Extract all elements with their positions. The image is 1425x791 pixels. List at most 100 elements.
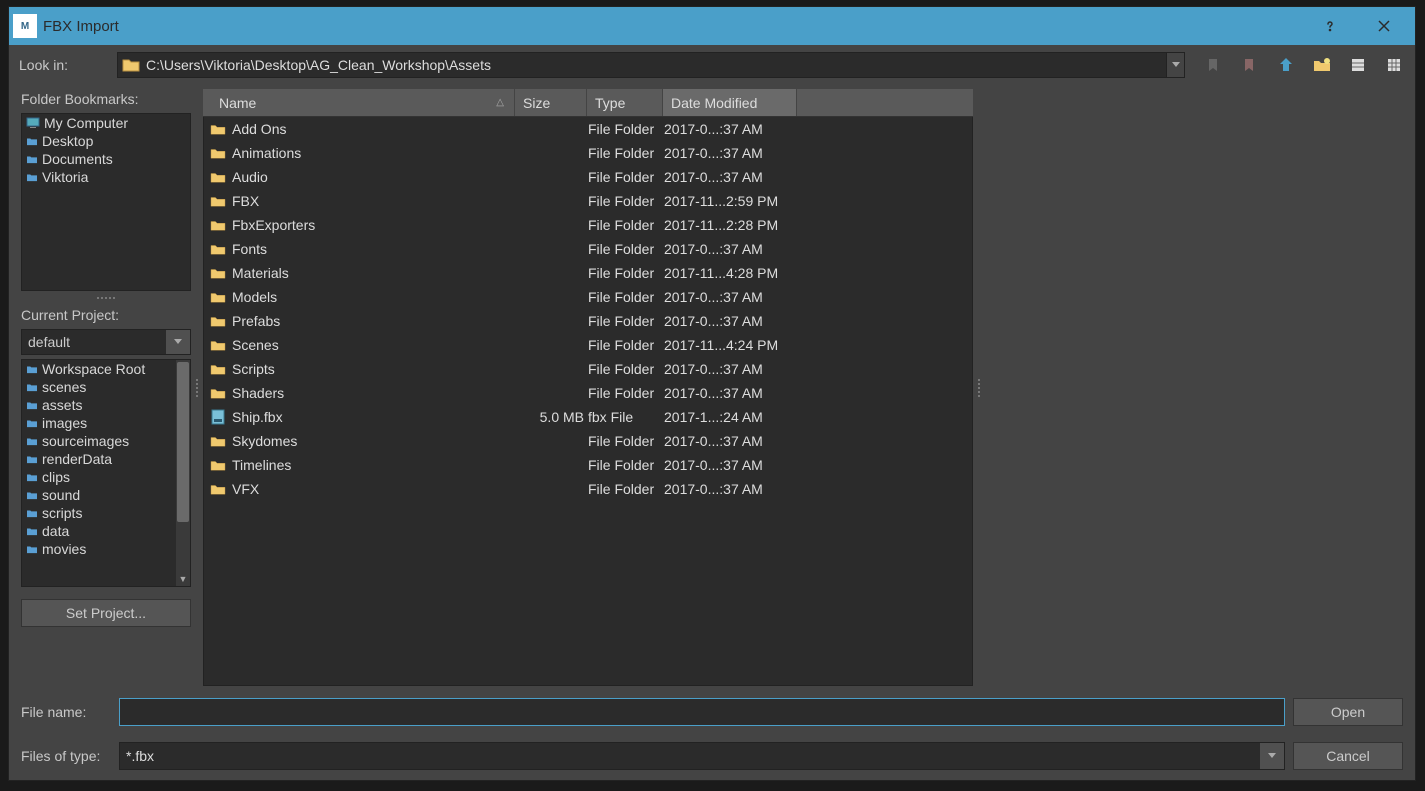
file-name: FbxExporters [232, 217, 315, 233]
splitter-left[interactable] [193, 379, 201, 397]
file-row[interactable]: ShadersFile Folder2017-0...:37 AM [204, 381, 972, 405]
path-dropdown-arrow[interactable] [1166, 53, 1184, 77]
file-row[interactable]: FBXFile Folder2017-11...2:59 PM [204, 189, 972, 213]
workspace-label: movies [42, 541, 86, 557]
project-combo[interactable]: default [21, 329, 191, 355]
file-type: fbx File [588, 409, 664, 425]
file-row[interactable]: Add OnsFile Folder2017-0...:37 AM [204, 117, 972, 141]
workspace-item[interactable]: scripts [22, 504, 190, 522]
filename-input[interactable] [119, 698, 1285, 726]
header-date[interactable]: Date Modified [663, 89, 797, 116]
help-icon [1323, 19, 1337, 33]
left-panel: Folder Bookmarks: My ComputerDesktopDocu… [21, 89, 191, 686]
bookmark-label: Desktop [42, 133, 93, 149]
splitter-horizontal[interactable] [21, 295, 191, 301]
file-date: 2017-0...:37 AM [664, 481, 972, 497]
workspace-scrollbar[interactable]: ▼ [176, 360, 190, 586]
close-button[interactable] [1357, 7, 1411, 45]
file-row[interactable]: PrefabsFile Folder2017-0...:37 AM [204, 309, 972, 333]
file-name: Timelines [232, 457, 291, 473]
help-button[interactable] [1303, 7, 1357, 45]
workspace-label: renderData [42, 451, 112, 467]
header-type[interactable]: Type [587, 89, 663, 116]
chevron-down-icon [1172, 62, 1180, 68]
open-button[interactable]: Open [1293, 698, 1403, 726]
file-row[interactable]: FbxExportersFile Folder2017-11...2:28 PM [204, 213, 972, 237]
bookmark-item[interactable]: My Computer [22, 114, 190, 132]
up-folder-icon[interactable] [1275, 54, 1297, 76]
workspace-list[interactable]: ▼ Workspace Root scenesassetsimagessource… [21, 359, 191, 587]
project-dropdown-arrow[interactable] [166, 330, 190, 354]
workspace-item[interactable]: images [22, 414, 190, 432]
lookin-row: Look in: C:\Users\Viktoria\Desktop\AG_Cl… [9, 45, 1415, 85]
file-type: File Folder [588, 265, 664, 281]
set-project-button[interactable]: Set Project... [21, 599, 191, 627]
file-name: Prefabs [232, 313, 280, 329]
file-row[interactable]: AnimationsFile Folder2017-0...:37 AM [204, 141, 972, 165]
file-name: Skydomes [232, 433, 297, 449]
file-date: 2017-0...:37 AM [664, 169, 972, 185]
maya-icon: M [13, 14, 37, 38]
workspace-item[interactable]: Workspace Root [22, 360, 190, 378]
titlebar: M FBX Import [9, 7, 1415, 45]
bookmark-add-icon[interactable] [1239, 54, 1261, 76]
bookmark-label: Viktoria [42, 169, 88, 185]
file-type: File Folder [588, 193, 664, 209]
file-name: Animations [232, 145, 301, 161]
file-row[interactable]: TimelinesFile Folder2017-0...:37 AM [204, 453, 972, 477]
file-date: 2017-0...:37 AM [664, 241, 972, 257]
file-type: File Folder [588, 217, 664, 233]
bookmark-back-icon[interactable] [1203, 54, 1225, 76]
bookmark-item[interactable]: Documents [22, 150, 190, 168]
workspace-item[interactable]: scenes [22, 378, 190, 396]
file-type: File Folder [588, 457, 664, 473]
workspace-item[interactable]: movies [22, 540, 190, 558]
fbx-import-dialog: M FBX Import Look in: C:\Users\Viktoria\… [8, 6, 1416, 781]
bookmarks-list[interactable]: My ComputerDesktopDocumentsViktoria [21, 113, 191, 291]
file-type: File Folder [588, 385, 664, 401]
toolbar [1193, 54, 1405, 76]
filetype-dropdown-arrow[interactable] [1260, 743, 1284, 769]
workspace-label: clips [42, 469, 70, 485]
file-row[interactable]: ScenesFile Folder2017-11...4:24 PM [204, 333, 972, 357]
workspace-item[interactable]: clips [22, 468, 190, 486]
bookmark-item[interactable]: Desktop [22, 132, 190, 150]
new-folder-icon[interactable] [1311, 54, 1333, 76]
path-combo[interactable]: C:\Users\Viktoria\Desktop\AG_Clean_Works… [117, 52, 1185, 78]
file-row[interactable]: MaterialsFile Folder2017-11...4:28 PM [204, 261, 972, 285]
path-text: C:\Users\Viktoria\Desktop\AG_Clean_Works… [146, 57, 491, 73]
folder-icon [122, 56, 140, 74]
main-area: Folder Bookmarks: My ComputerDesktopDocu… [9, 85, 1415, 694]
header-size[interactable]: Size [515, 89, 587, 116]
workspace-label: images [42, 415, 87, 431]
file-date: 2017-0...:37 AM [664, 121, 972, 137]
file-row[interactable]: FontsFile Folder2017-0...:37 AM [204, 237, 972, 261]
bookmark-item[interactable]: Viktoria [22, 168, 190, 186]
workspace-item[interactable]: sound [22, 486, 190, 504]
file-name: Ship.fbx [232, 409, 283, 425]
file-row[interactable]: VFX File Folder2017-0...:37 AM [204, 477, 972, 501]
cancel-button[interactable]: Cancel [1293, 742, 1403, 770]
file-type: File Folder [588, 481, 664, 497]
splitter-right[interactable] [975, 379, 983, 397]
header-name[interactable]: Name△ [203, 89, 515, 116]
file-row[interactable]: AudioFile Folder2017-0...:37 AM [204, 165, 972, 189]
workspace-item[interactable]: assets [22, 396, 190, 414]
file-row[interactable]: ScriptsFile Folder2017-0...:37 AM [204, 357, 972, 381]
workspace-label: Workspace Root [42, 361, 145, 377]
filetype-combo[interactable]: *.fbx [119, 742, 1285, 770]
file-row[interactable]: Ship.fbx5.0 MBfbx File2017-1...:24 AM [204, 405, 972, 429]
workspace-item[interactable]: sourceimages [22, 432, 190, 450]
file-row[interactable]: ModelsFile Folder2017-0...:37 AM [204, 285, 972, 309]
detail-view-icon[interactable] [1383, 54, 1405, 76]
current-project-label: Current Project: [21, 305, 191, 325]
file-list[interactable]: Add OnsFile Folder2017-0...:37 AMAnimati… [203, 117, 973, 686]
workspace-item[interactable]: data [22, 522, 190, 540]
file-area: Name△ Size Type Date Modified Add OnsFil… [203, 89, 973, 686]
workspace-item[interactable]: renderData [22, 450, 190, 468]
file-name: VFX [232, 481, 259, 497]
workspace-label: scenes [42, 379, 86, 395]
list-view-icon[interactable] [1347, 54, 1369, 76]
file-name: Shaders [232, 385, 284, 401]
file-row[interactable]: SkydomesFile Folder2017-0...:37 AM [204, 429, 972, 453]
